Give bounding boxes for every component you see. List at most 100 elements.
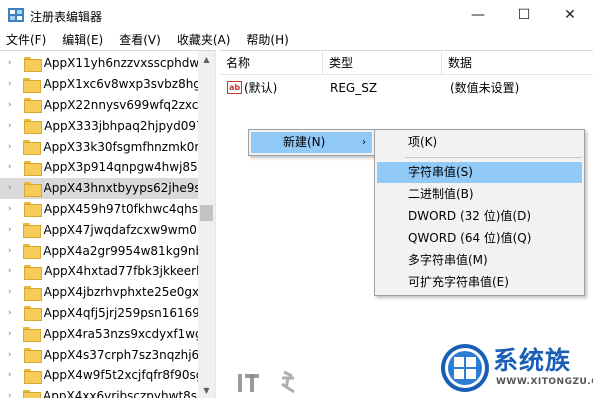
folder-icon: [23, 244, 42, 260]
menu-favorites[interactable]: 收藏夹(A): [169, 30, 239, 50]
tree-item[interactable]: › AppX43hnxtbyyps62jhe9sq: [0, 177, 199, 199]
submenu-qword-value[interactable]: QWORD (64 位)值(Q): [377, 228, 582, 249]
minimize-button[interactable]: —: [455, 0, 501, 30]
expand-chevron-icon[interactable]: ›: [8, 370, 16, 380]
column-header-data[interactable]: 数据: [442, 51, 593, 75]
tree-item[interactable]: › AppX3p914qnpgw4hwj856: [0, 157, 198, 178]
tree-item-label: AppX4hxtad77fbk3jkkeerk: [44, 264, 198, 279]
column-header-type[interactable]: 类型: [323, 51, 442, 75]
tree-item-label: AppX43hnxtbyyps62jhe9sq: [43, 181, 199, 196]
folder-icon: [23, 348, 42, 364]
folder-icon: [23, 98, 42, 114]
value-row-default[interactable]: ab (默认) REG_SZ (数值未设置): [220, 78, 593, 98]
context-menu: 新建(N) ›: [248, 129, 375, 156]
expand-chevron-icon[interactable]: ›: [8, 121, 16, 131]
tree-item-label: AppX459h97t0fkhwc4qhs0: [43, 201, 198, 216]
expand-chevron-icon[interactable]: ›: [8, 142, 15, 152]
expand-chevron-icon[interactable]: ›: [8, 183, 16, 193]
tree-item[interactable]: › AppX333jbhpaq2hjpyd097: [0, 115, 198, 136]
folder-icon: [23, 181, 42, 197]
folder-icon: [23, 264, 43, 280]
folder-icon: [23, 56, 42, 72]
folder-icon: [23, 223, 42, 239]
expand-chevron-icon[interactable]: ›: [8, 100, 16, 110]
folder-icon: [23, 306, 42, 322]
value-type: REG_SZ: [330, 81, 378, 95]
tree-item[interactable]: › AppX4jbzrhvphxte25e0gxh: [0, 282, 198, 303]
xitongzu-url: WWW.XITONGZU.COM: [496, 377, 593, 387]
tree-item[interactable]: › AppX4w9f5t2xcjfqfr8f90sgf: [0, 365, 198, 386]
menu-bar: 文件(F) 编辑(E) 查看(V) 收藏夹(A) 帮助(H): [0, 30, 593, 50]
expand-chevron-icon[interactable]: ›: [8, 287, 16, 297]
tree-item[interactable]: › AppX11yh6nzzvxsscphdw5: [0, 53, 198, 74]
expand-chevron-icon[interactable]: ›: [8, 350, 16, 360]
submenu-string-value[interactable]: 字符串值(S): [377, 162, 582, 183]
tree-item-label: AppX22nnysv699wfq2zxc7: [43, 97, 198, 112]
scroll-up-arrow-icon[interactable]: ▲: [198, 51, 215, 68]
expand-chevron-icon[interactable]: ›: [8, 58, 16, 68]
expand-chevron-icon[interactable]: ›: [8, 162, 16, 172]
menu-edit[interactable]: 编辑(E): [54, 30, 111, 50]
submenu-binary-value[interactable]: 二进制值(B): [377, 184, 582, 205]
expand-chevron-icon[interactable]: ›: [8, 266, 16, 276]
title-bar: 注册表编辑器 — ☐ ✕: [0, 0, 593, 30]
ithome-watermark-logo: [238, 370, 295, 394]
submenu-key[interactable]: 项(K): [377, 132, 582, 153]
menu-file[interactable]: 文件(F): [0, 30, 54, 50]
tree-item[interactable]: › AppX4qfj5jrj259psn161698: [0, 303, 198, 324]
folder-icon: [23, 77, 42, 93]
regedit-app-icon: [8, 8, 24, 22]
expand-chevron-icon[interactable]: ›: [8, 204, 16, 214]
tree-item[interactable]: › AppX4hxtad77fbk3jkkeerk: [0, 261, 198, 282]
column-header-name[interactable]: 名称: [220, 51, 323, 75]
tree-item-label: AppX1xc6v8wxp3svbz8hgq: [43, 77, 198, 92]
tree-item-label: AppX333jbhpaq2hjpyd097: [44, 118, 199, 133]
string-value-icon: ab: [227, 81, 242, 94]
folder-icon: [23, 389, 41, 398]
expand-chevron-icon[interactable]: ›: [8, 246, 15, 256]
submenu-separator: [405, 157, 582, 158]
folder-icon: [23, 140, 42, 156]
tree-item[interactable]: › AppX459h97t0fkhwc4qhs0: [0, 199, 198, 220]
new-submenu: 项(K) 字符串值(S) 二进制值(B) DWORD (32 位)值(D) QW…: [374, 129, 585, 296]
expand-chevron-icon[interactable]: ›: [8, 79, 15, 89]
close-button[interactable]: ✕: [547, 0, 593, 30]
expand-chevron-icon[interactable]: ›: [8, 308, 16, 318]
tree-item[interactable]: › AppX22nnysv699wfq2zxc7: [0, 95, 198, 116]
menu-view[interactable]: 查看(V): [111, 30, 169, 50]
expand-chevron-icon[interactable]: ›: [8, 329, 15, 339]
expand-chevron-icon[interactable]: ›: [8, 225, 15, 235]
tree-item-label: AppX47jwqdafzcxw9wm0m: [43, 222, 198, 237]
tree-item-label: AppX33k30fsgmfhnzmk0nv: [43, 139, 199, 154]
tree-item-label: AppX4s37crph7sz3nqzhj65: [43, 347, 198, 362]
expand-chevron-icon[interactable]: ›: [8, 391, 15, 398]
tree-item[interactable]: › AppX33k30fsgmfhnzmk0nv: [0, 136, 198, 157]
maximize-button[interactable]: ☐: [501, 0, 547, 30]
tree-item-label: AppX4ra53nzs9xcdyxf1wgc: [43, 326, 198, 341]
submenu-dword-value[interactable]: DWORD (32 位)值(D): [377, 206, 582, 227]
scroll-down-arrow-icon[interactable]: ▼: [198, 382, 215, 398]
tree-item[interactable]: › AppX4a2gr9954w81kg9nbv: [0, 240, 198, 261]
menu-help[interactable]: 帮助(H): [238, 30, 296, 50]
folder-icon: [23, 160, 42, 176]
context-menu-new[interactable]: 新建(N) ›: [251, 132, 372, 153]
values-header: 名称 类型 数据: [220, 51, 593, 75]
value-data: (数值未设置): [450, 81, 520, 95]
tree-item[interactable]: › AppX47jwqdafzcxw9wm0m: [0, 219, 198, 240]
folder-icon: [23, 119, 43, 135]
tree-item[interactable]: › AppX4ra53nzs9xcdyxf1wgc: [0, 323, 198, 344]
tree-item[interactable]: › AppX4s37crph7sz3nqzhj65: [0, 344, 198, 365]
xitongzu-name: 系统族: [493, 346, 572, 375]
tree-item[interactable]: › AppX4xx6vrjbsczpyhwt8s8y: [0, 386, 198, 398]
submenu-arrow-icon: ›: [362, 137, 366, 148]
xitongzu-watermark: 系统族 WWW.XITONGZU.COM: [436, 339, 593, 398]
tree-item[interactable]: › AppX1xc6v8wxp3svbz8hgq: [0, 74, 198, 95]
folder-icon: [23, 202, 42, 218]
scroll-thumb[interactable]: [200, 205, 213, 221]
submenu-multi-string-value[interactable]: 多字符串值(M): [377, 250, 582, 271]
registry-tree[interactable]: › AppX11yh6nzzvxsscphdw5 › AppX1xc6v8wxp3sv…: [0, 50, 215, 398]
tree-scrollbar[interactable]: ▲ ▼: [198, 51, 215, 398]
tree-item-label: AppX3p914qnpgw4hwj856: [43, 160, 199, 175]
tree-list: › AppX11yh6nzzvxsscphdw5 › AppX1xc6v8wxp3sv…: [0, 53, 198, 398]
submenu-expandable-string-value[interactable]: 可扩充字符串值(E): [377, 272, 582, 293]
